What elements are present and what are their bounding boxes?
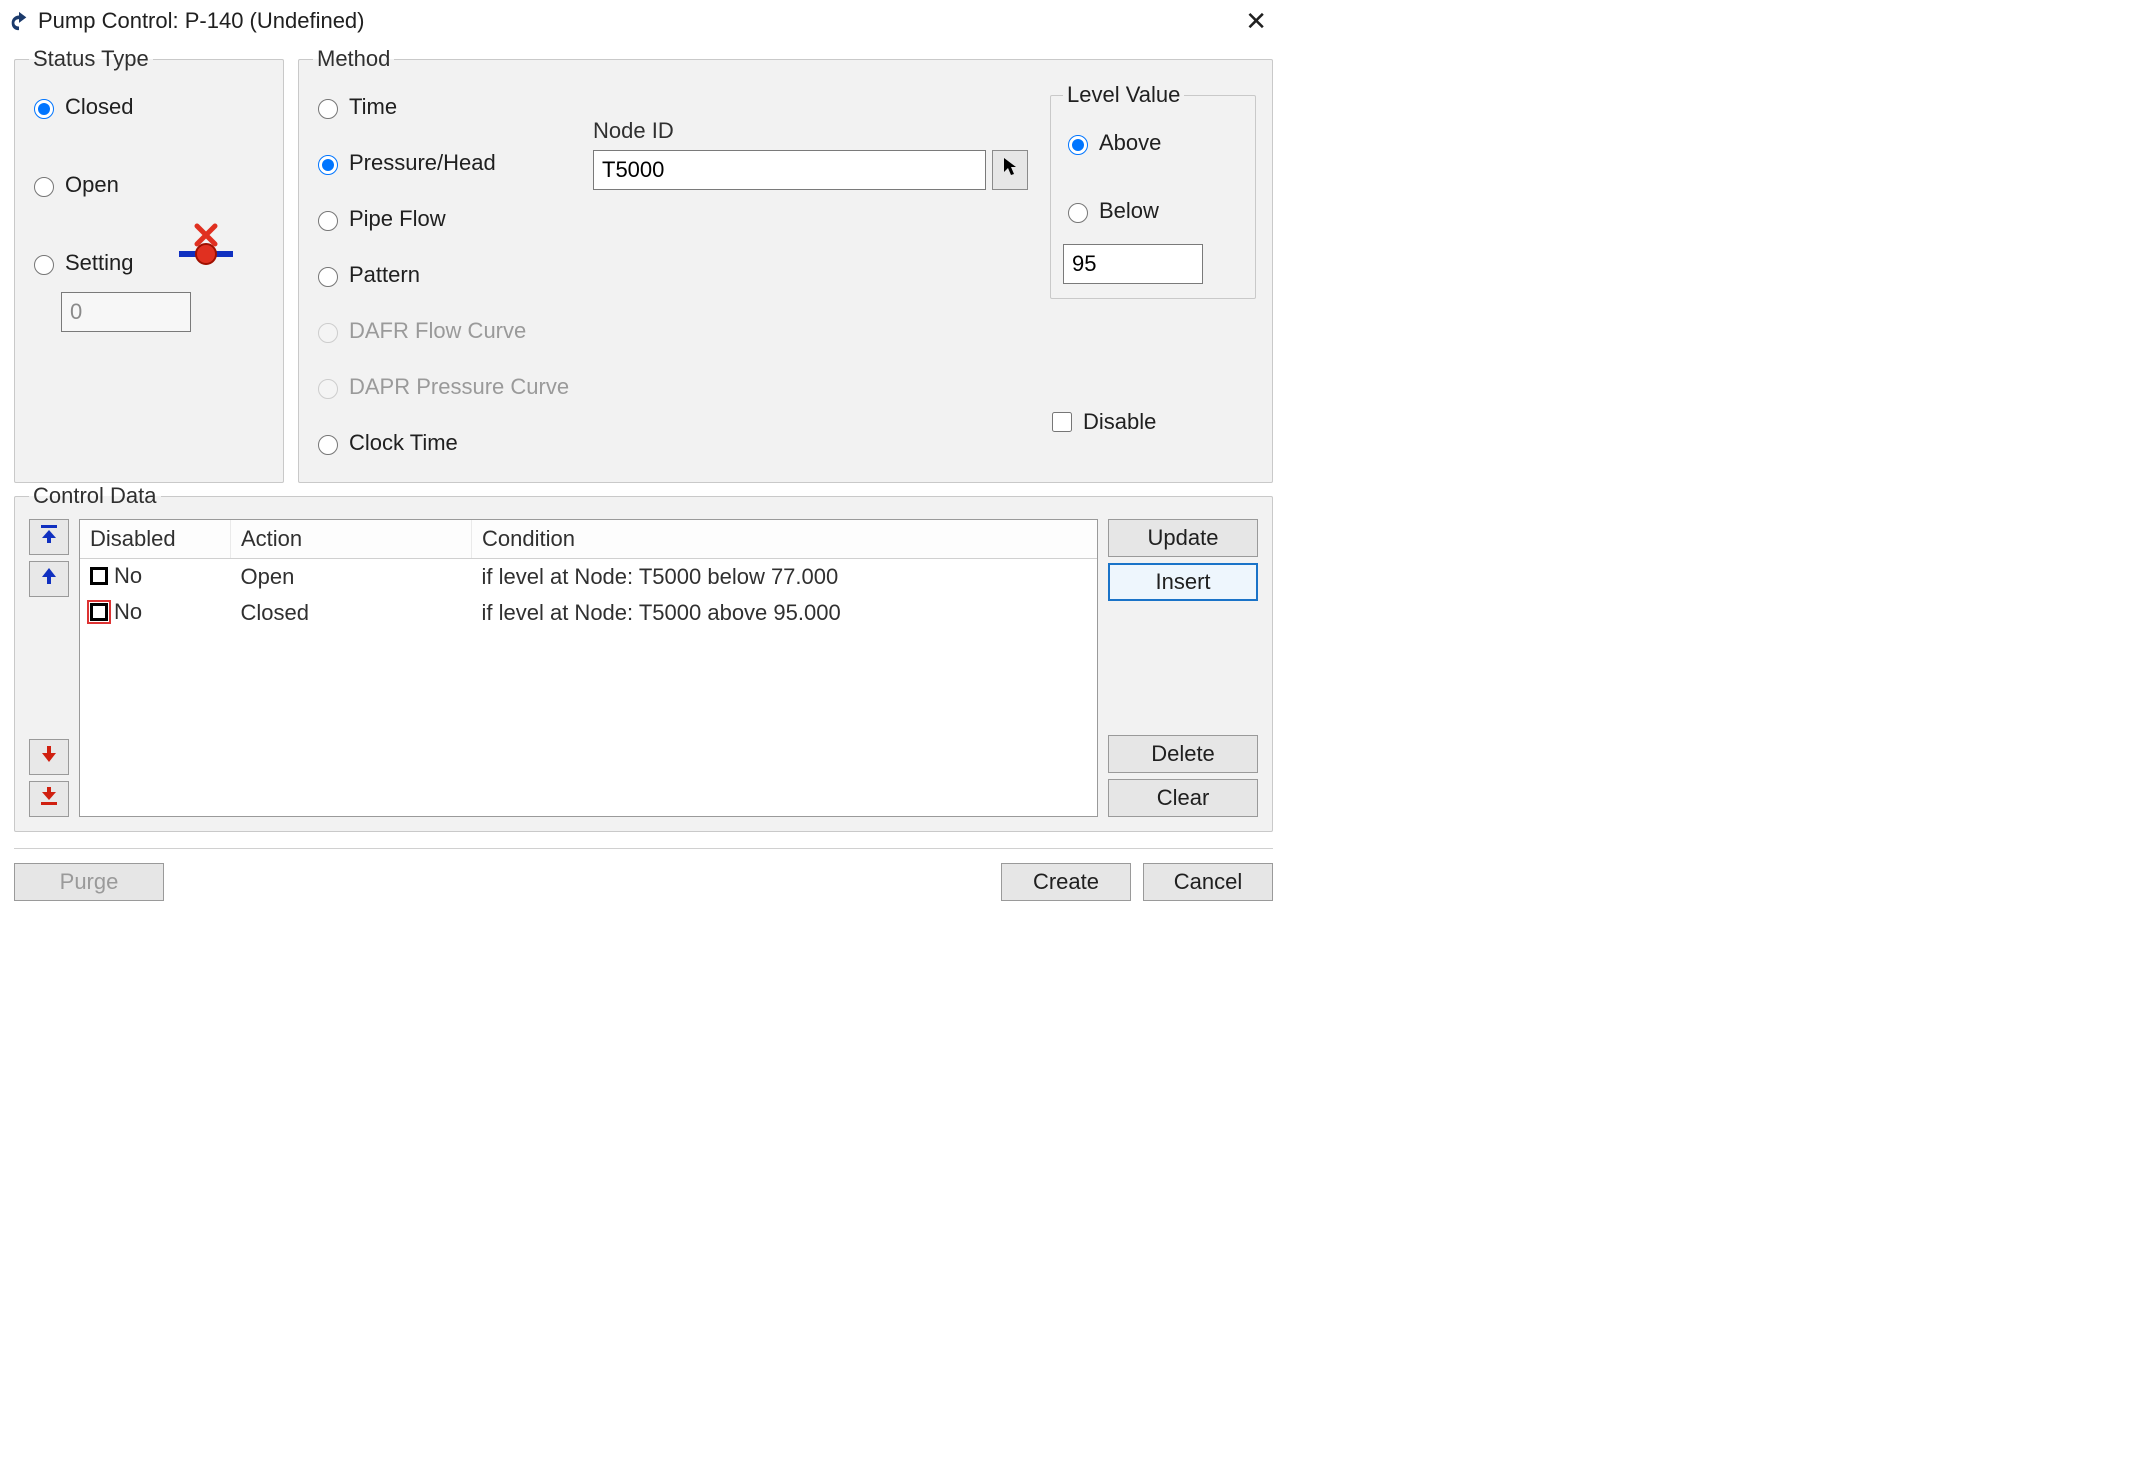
disabled-cell: No — [114, 599, 142, 625]
method-clock-label: Clock Time — [349, 430, 458, 456]
action-cell: Open — [231, 559, 472, 596]
method-pattern-label: Pattern — [349, 262, 420, 288]
disabled-cell: No — [114, 563, 142, 589]
method-legend: Method — [313, 46, 394, 72]
move-top-button[interactable] — [29, 519, 69, 555]
close-icon[interactable]: ✕ — [1237, 6, 1275, 36]
table-row[interactable]: No Closed if level at Node: T5000 above … — [80, 595, 1097, 631]
status-closed-option[interactable]: Closed — [29, 94, 269, 120]
control-buttons-column: Update Insert Delete Clear — [1108, 519, 1258, 817]
level-above-option[interactable]: Above — [1063, 130, 1243, 156]
method-clock-radio[interactable] — [318, 435, 338, 455]
level-value-input[interactable] — [1063, 244, 1203, 284]
col-action[interactable]: Action — [231, 520, 472, 559]
method-dafr-label: DAFR Flow Curve — [349, 318, 526, 344]
clear-button[interactable]: Clear — [1108, 779, 1258, 817]
node-id-input[interactable] — [593, 150, 986, 190]
status-closed-label: Closed — [65, 94, 133, 120]
disable-label: Disable — [1083, 409, 1156, 435]
status-open-label: Open — [65, 172, 119, 198]
table-row[interactable]: No Open if level at Node: T5000 below 77… — [80, 559, 1097, 596]
node-id-label: Node ID — [593, 118, 1028, 144]
level-value-group: Level Value Above Below — [1050, 82, 1256, 299]
arrow-up-icon — [40, 566, 58, 592]
status-type-group: Status Type Closed Open Setting — [14, 46, 284, 483]
disable-checkbox[interactable] — [1052, 412, 1072, 432]
method-dapr-label: DAPR Pressure Curve — [349, 374, 569, 400]
double-arrow-up-icon — [40, 524, 58, 550]
status-closed-radio[interactable] — [34, 99, 54, 119]
method-pipeflow-label: Pipe Flow — [349, 206, 446, 232]
level-below-option[interactable]: Below — [1063, 198, 1243, 224]
status-type-legend: Status Type — [29, 46, 153, 72]
method-dafr-option: DAFR Flow Curve — [313, 318, 573, 344]
status-open-option[interactable]: Open — [29, 172, 269, 198]
disable-row[interactable]: Disable — [1048, 409, 1156, 435]
move-buttons-column — [29, 519, 69, 817]
control-data-legend: Control Data — [29, 483, 161, 509]
method-pipeflow-radio[interactable] — [318, 211, 338, 231]
method-time-radio[interactable] — [318, 99, 338, 119]
method-dapr-radio — [318, 379, 338, 399]
move-up-button[interactable] — [29, 561, 69, 597]
move-bottom-button[interactable] — [29, 781, 69, 817]
level-value-legend: Level Value — [1063, 82, 1184, 108]
level-above-radio[interactable] — [1068, 135, 1088, 155]
method-pipeflow-option[interactable]: Pipe Flow — [313, 206, 573, 232]
method-clock-option[interactable]: Clock Time — [313, 430, 573, 456]
table-header-row: Disabled Action Condition — [80, 520, 1097, 559]
method-dapr-option: DAPR Pressure Curve — [313, 374, 573, 400]
pump-closed-icon — [175, 220, 237, 276]
status-open-radio[interactable] — [34, 177, 54, 197]
titlebar: Pump Control: P-140 (Undefined) ✕ — [0, 0, 1287, 46]
status-setting-label: Setting — [65, 250, 134, 276]
dialog-footer: Purge Create Cancel — [14, 848, 1273, 901]
level-below-radio[interactable] — [1068, 203, 1088, 223]
app-icon — [8, 10, 30, 32]
status-setting-radio[interactable] — [34, 255, 54, 275]
col-disabled[interactable]: Disabled — [80, 520, 231, 559]
col-condition[interactable]: Condition — [472, 520, 1098, 559]
status-setting-input[interactable] — [61, 292, 191, 332]
method-pressure-radio[interactable] — [318, 155, 338, 175]
method-dafr-radio — [318, 323, 338, 343]
disabled-box-icon[interactable] — [90, 567, 108, 585]
move-down-button[interactable] — [29, 739, 69, 775]
method-group: Method Time Pressure/Head Pipe Flow — [298, 46, 1273, 483]
condition-cell: if level at Node: T5000 below 77.000 — [472, 559, 1098, 596]
method-pattern-radio[interactable] — [318, 267, 338, 287]
create-button[interactable]: Create — [1001, 863, 1131, 901]
double-arrow-down-icon — [40, 786, 58, 812]
method-time-option[interactable]: Time — [313, 94, 573, 120]
disabled-box-icon[interactable] — [90, 603, 108, 621]
update-button[interactable]: Update — [1108, 519, 1258, 557]
purge-button[interactable]: Purge — [14, 863, 164, 901]
action-cell: Closed — [231, 595, 472, 631]
method-time-label: Time — [349, 94, 397, 120]
condition-cell: if level at Node: T5000 above 95.000 — [472, 595, 1098, 631]
method-pressure-label: Pressure/Head — [349, 150, 496, 176]
arrow-down-icon — [40, 744, 58, 770]
cancel-button[interactable]: Cancel — [1143, 863, 1273, 901]
insert-button[interactable]: Insert — [1108, 563, 1258, 601]
method-pattern-option[interactable]: Pattern — [313, 262, 573, 288]
delete-button[interactable]: Delete — [1108, 735, 1258, 773]
level-above-label: Above — [1099, 130, 1161, 156]
control-data-group: Control Data — [14, 483, 1273, 832]
pump-control-dialog: Pump Control: P-140 (Undefined) ✕ Status… — [0, 0, 1287, 915]
window-title: Pump Control: P-140 (Undefined) — [38, 8, 1237, 34]
method-pressure-option[interactable]: Pressure/Head — [313, 150, 573, 176]
node-pick-button[interactable] — [992, 150, 1028, 190]
level-below-label: Below — [1099, 198, 1159, 224]
control-data-grid[interactable]: Disabled Action Condition No — [79, 519, 1098, 817]
cursor-icon — [1002, 157, 1018, 183]
